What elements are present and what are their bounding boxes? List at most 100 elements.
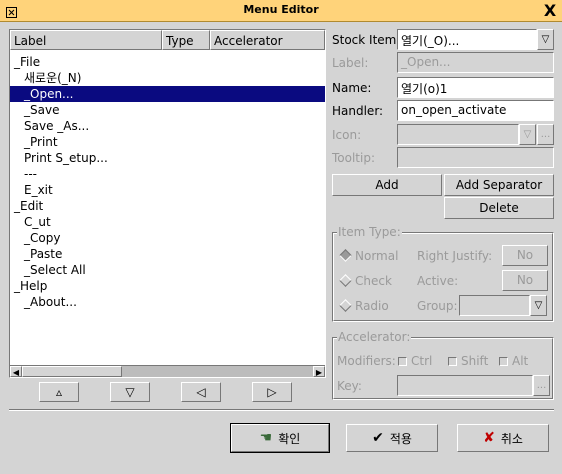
radio-unselected-icon — [339, 274, 352, 287]
tree-row-label: _Select All — [24, 263, 86, 277]
tree-row-label: _Print — [24, 135, 58, 149]
tree-row-label: E_xit — [24, 183, 53, 197]
tree-row[interactable]: _Select All — [10, 262, 325, 278]
tree-rows: _File 새로운(_N) _Open... _Save Save _As... _Pri… — [10, 54, 325, 310]
tree-row[interactable]: C_ut — [10, 214, 325, 230]
accelerator-title: Accelerator: — [337, 330, 412, 344]
tooltip-input[interactable] — [397, 147, 554, 168]
close-icon[interactable]: X — [540, 1, 560, 20]
stock-item-dropdown-icon[interactable]: ▽ — [537, 29, 554, 50]
alt-checkbox[interactable]: Alt — [499, 354, 528, 368]
ok-label: 확인 — [278, 431, 301, 446]
tree-row[interactable]: 새로운(_N) — [10, 70, 325, 86]
ok-button[interactable]: ☚ 확인 — [230, 423, 330, 453]
right-justify-label: Right Justify: — [417, 249, 493, 263]
handler-input[interactable]: on_open_activate — [397, 100, 554, 121]
tree-row-label: _Edit — [14, 199, 44, 213]
shift-checkbox[interactable]: Shift — [448, 354, 488, 368]
tree-row[interactable]: _Paste — [10, 246, 325, 262]
move-down-button[interactable]: ▽ — [110, 382, 150, 402]
column-header-accelerator[interactable]: Accelerator — [210, 30, 325, 50]
apply-label: 적용 — [389, 431, 412, 446]
tree-row[interactable]: _Open... — [10, 86, 325, 102]
dialog-separator — [9, 409, 554, 411]
title-bar[interactable]: Menu Editor X — [0, 0, 562, 22]
radio-unselected-icon — [339, 299, 352, 312]
radio-selected-icon — [339, 249, 352, 262]
move-left-icon: ◁ — [196, 385, 206, 399]
tree-row-label: _About... — [24, 295, 77, 309]
stock-item-label: Stock Item: — [332, 33, 401, 47]
tree-row[interactable]: _File — [10, 54, 325, 70]
cross-icon: ✘ — [483, 430, 495, 446]
window-title: Menu Editor — [243, 3, 319, 16]
horizontal-scrollbar[interactable]: ◀ ▶ — [10, 365, 325, 377]
tree-row-label: Save _As... — [24, 119, 90, 133]
radio-radio[interactable]: Radio — [339, 299, 389, 313]
column-header-type[interactable]: Type — [162, 30, 210, 50]
delete-button[interactable]: Delete — [444, 197, 554, 219]
tree-row[interactable]: _Copy — [10, 230, 325, 246]
add-button[interactable]: Add — [332, 174, 442, 196]
scrollbar-thumb[interactable] — [22, 366, 122, 377]
tree-row[interactable]: Print S_etup... — [10, 150, 325, 166]
tree-row[interactable]: _Help — [10, 278, 325, 294]
name-field-label: Name: — [332, 81, 372, 95]
tree-row-label: _Help — [14, 279, 48, 293]
checkmark-icon: ✔ — [372, 430, 384, 446]
tree-row-label: 새로운(_N) — [24, 71, 82, 85]
move-up-button[interactable]: ▵ — [39, 382, 79, 402]
scroll-right-icon[interactable]: ▶ — [313, 366, 325, 377]
right-justify-toggle[interactable]: No — [502, 245, 548, 266]
name-input[interactable]: 열기(o)1 — [397, 77, 554, 98]
add-separator-button[interactable]: Add Separator — [444, 174, 554, 196]
key-input[interactable] — [397, 375, 533, 396]
tree-header: Label Type Accelerator — [10, 30, 325, 50]
icon-combo[interactable] — [397, 124, 519, 145]
scroll-left-icon[interactable]: ◀ — [10, 366, 22, 377]
group-combo[interactable] — [459, 295, 530, 316]
tree-row[interactable]: Save _As... — [10, 118, 325, 134]
radio-normal-label: Normal — [355, 249, 399, 263]
tree-row[interactable]: _Print — [10, 134, 325, 150]
label-field-label: Label: — [332, 56, 369, 70]
checkbox-icon — [398, 357, 407, 366]
tree-row[interactable]: _Edit — [10, 198, 325, 214]
stock-item-combo[interactable]: 열기(_O)... — [397, 29, 537, 50]
menu-tree[interactable]: Label Type Accelerator _File 새로운(_N) _Open… — [9, 29, 326, 378]
move-right-button[interactable]: ▷ — [252, 382, 292, 402]
tree-row-label: _Open... — [24, 87, 74, 101]
icon-dropdown-icon[interactable]: ▽ — [519, 124, 536, 145]
tree-row[interactable]: _About... — [10, 294, 325, 310]
tree-row[interactable]: _Save — [10, 102, 325, 118]
active-toggle[interactable]: No — [502, 270, 548, 291]
icon-field-label: Icon: — [332, 128, 362, 142]
cancel-button[interactable]: ✘ 취소 — [457, 424, 549, 452]
apply-button[interactable]: ✔ 적용 — [346, 424, 438, 452]
radio-check[interactable]: Check — [339, 274, 392, 288]
menu-editor-window: Menu Editor X Label Type Accelerator _Fi… — [0, 0, 562, 474]
tree-row[interactable]: --- — [10, 166, 325, 182]
radio-normal[interactable]: Normal — [339, 249, 399, 263]
key-label: Key: — [337, 379, 362, 393]
icon-browse-button[interactable]: ... — [537, 124, 554, 145]
move-down-icon: ▽ — [125, 385, 135, 399]
ctrl-checkbox[interactable]: Ctrl — [398, 354, 432, 368]
active-toggle-label: No — [516, 273, 534, 287]
move-left-button[interactable]: ◁ — [181, 382, 221, 402]
tree-row-label: _File — [14, 55, 41, 69]
alt-label: Alt — [512, 354, 529, 368]
shift-label: Shift — [461, 354, 489, 368]
checkbox-icon — [448, 357, 457, 366]
group-dropdown-icon[interactable]: ▽ — [530, 295, 547, 316]
handler-field-label: Handler: — [332, 104, 384, 118]
tree-row[interactable]: E_xit — [10, 182, 325, 198]
radio-check-label: Check — [355, 274, 392, 288]
column-header-label[interactable]: Label — [10, 30, 162, 50]
key-browse-button[interactable]: ... — [533, 375, 550, 396]
radio-radio-label: Radio — [355, 299, 389, 313]
tree-row-label: C_ut — [24, 215, 51, 229]
cancel-label: 취소 — [500, 431, 523, 446]
tree-row-label: _Copy — [24, 231, 61, 245]
label-input[interactable]: _Open... — [397, 52, 554, 73]
